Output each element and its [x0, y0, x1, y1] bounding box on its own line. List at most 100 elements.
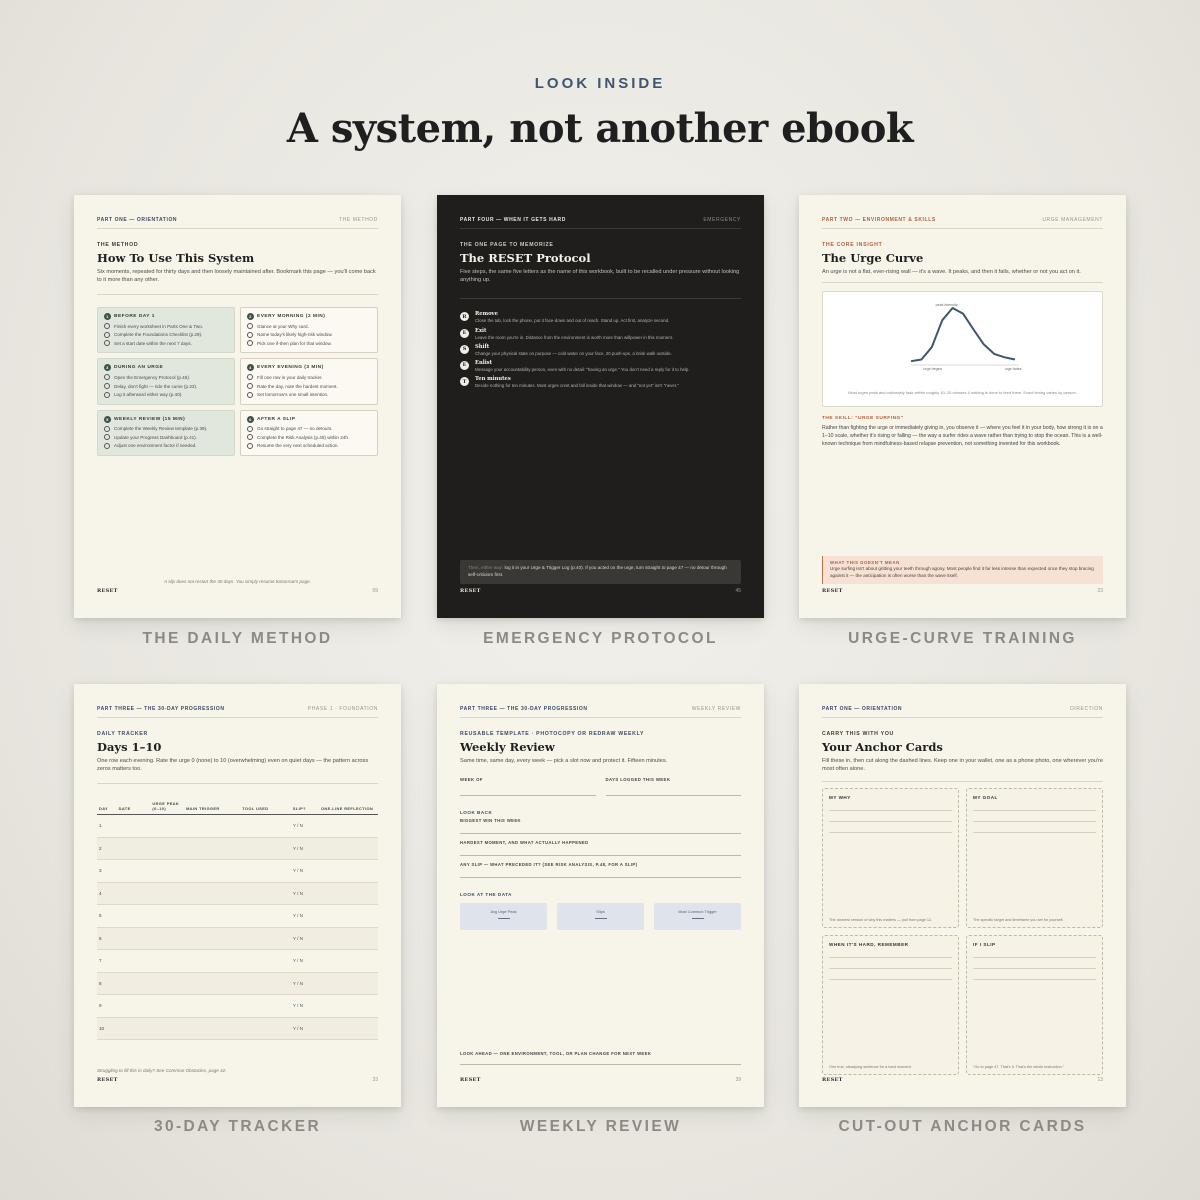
reset-step: R Remove Close the tab, lock the phone, pu… [460, 311, 741, 323]
running-head: PART ONE — ORIENTATION THE METHOD [97, 217, 378, 229]
kicker: CARRY THIS WITH YOU [822, 731, 894, 737]
divider [822, 282, 1103, 284]
anchor-card-title: MY GOAL [973, 795, 998, 801]
blank-line [594, 918, 607, 920]
blank-cell [318, 994, 378, 1018]
page-footer: RESET 13 [822, 1077, 1103, 1083]
page-30-day-tracker: PART THREE — THE 30-DAY PROGRESSION PHASE… [74, 684, 401, 1107]
blank-cell [116, 904, 151, 928]
write-line [829, 821, 952, 823]
day-cell: 5 [97, 904, 117, 928]
page-urge-curve: PART TWO — ENVIRONMENT & SKILLS URGE MANA… [799, 195, 1126, 618]
checklist-text: Log it afterward either way (p.40). [114, 392, 183, 398]
checkbox-icon [104, 323, 110, 330]
column-header: ONE-LINE REFLECTION [318, 801, 378, 816]
tracker-table: DAY DATE URGE PEAK (0–10) MAIN TRIGGER T… [97, 801, 378, 1041]
blank-cell [240, 837, 291, 861]
lede: Six moments, repeated for thirty days an… [97, 269, 376, 284]
blank-cell [184, 882, 241, 906]
blank-cell [116, 972, 151, 996]
method-card: 5 WEEKLY REVIEW (15 MIN) Complete the Wee… [97, 409, 235, 456]
blank-cell [150, 882, 185, 906]
step-number: 1 [104, 313, 111, 321]
slip-cell: Y / N [290, 859, 319, 883]
step-number: 2 [247, 313, 254, 321]
running-head-right: EMERGENCY [703, 217, 741, 223]
checklist-text: Update your Progress Dashboard (p.41). [114, 434, 197, 440]
page-footer: RESET 39 [460, 1077, 741, 1083]
write-line [829, 957, 952, 959]
checklist-text: Go straight to page 47 — no detours. [257, 426, 333, 432]
blank-cell [116, 814, 151, 838]
anchor-card-grid: MY WHY The clearest version of why this m… [822, 788, 1103, 1076]
checklist-text: Resume the very next scheduled action. [257, 443, 339, 449]
day-cell: 2 [97, 837, 117, 861]
urge-curve-chart: peak intensity urge begins urge fades Most… [822, 291, 1103, 408]
caption-30-day-tracker: 30-DAY TRACKER [153, 1118, 322, 1135]
column-header: DATE [116, 801, 151, 816]
method-card-title: AFTER A SLIP [257, 416, 296, 422]
step-letter: T [460, 377, 469, 387]
checklist-item: Set tomorrow's one small intention. [247, 391, 371, 398]
blank-cell [184, 972, 241, 996]
running-head-left: PART TWO — ENVIRONMENT & SKILLS [822, 217, 936, 223]
checklist-text: Glance at your Why card. [257, 323, 309, 329]
table-row: 2 Y / N [97, 837, 378, 861]
blank-cell [318, 882, 378, 906]
method-card: 6 AFTER A SLIP Go straight to page 47 — n… [240, 409, 378, 456]
lede: One row each evening. Rate the urge 0 (n… [97, 758, 369, 773]
step-desc: Message your accountability person, even… [475, 366, 690, 372]
reset-steps: R Remove Close the tab, lock the phone, pu… [460, 298, 741, 388]
blank-cell [150, 904, 185, 928]
table-row: 3 Y / N [97, 859, 378, 883]
kicker: DAILY TRACKER [97, 731, 148, 737]
slip-cell: Y / N [290, 972, 319, 996]
blank-cell [116, 949, 151, 973]
checkbox-icon [247, 323, 253, 330]
stat-label: Avg Urge Peak [490, 909, 517, 915]
page-title: Days 1–10 [97, 740, 162, 754]
running-head-left: PART FOUR — WHEN IT GETS HARD [460, 217, 566, 223]
step-desc: Close the tab, lock the phone, put it fa… [475, 318, 670, 324]
checkbox-icon [247, 442, 253, 449]
column-header: TOOL USED [240, 801, 291, 816]
blank-cell [318, 814, 378, 838]
reset-step: E Exit Leave the room you're in. Distance … [460, 328, 741, 340]
callout-body: Urge surfing isn't about gritting your t… [830, 566, 1094, 579]
blank-cell [240, 972, 291, 996]
step-number: 3 [104, 364, 111, 372]
day-cell: 3 [97, 859, 117, 883]
slip-cell: Y / N [290, 882, 319, 906]
prompt-hardest-moment: HARDEST MOMENT, AND WHAT ACTUALLY HAPPEN… [460, 840, 741, 857]
field-week-of: WEEK OF [460, 777, 596, 797]
prompt-any-slip: ANY SLIP — WHAT PRECEDED IT? (SEE RISK A… [460, 862, 741, 879]
page-title: How To Use This System [97, 251, 255, 265]
checklist-item: Pick one if-then plan for that window. [247, 340, 371, 347]
blank-cell [184, 859, 241, 883]
caption-daily-method: THE DAILY METHOD [142, 630, 333, 647]
blank-cell [184, 1017, 241, 1041]
blank-cell [240, 882, 291, 906]
table-header: DAY DATE URGE PEAK (0–10) MAIN TRIGGER T… [97, 801, 378, 816]
step-name: Ten minutes [475, 376, 511, 383]
field-days-logged: DAYS LOGGED THIS WEEK [605, 777, 741, 797]
method-card-title: EVERY EVENING (3 MIN) [257, 365, 324, 371]
anchor-card: MY GOAL The specific target and timeframe… [966, 788, 1103, 929]
footnote: Struggling to fill this in daily? See Co… [97, 1068, 227, 1073]
blank-cell [240, 994, 291, 1018]
running-head-left: PART THREE — THE 30-DAY PROGRESSION [460, 706, 588, 712]
checklist-item: Name today's likely high-risk window. [247, 331, 371, 338]
page-footer: RESET 23 [822, 588, 1103, 594]
brand: RESET [97, 588, 118, 594]
blank-cell [240, 949, 291, 973]
brand: RESET [822, 1077, 843, 1083]
blank-cell [150, 972, 185, 996]
method-card: 2 EVERY MORNING (2 MIN) Glance at your Wh… [240, 307, 378, 354]
step-number: 5 [104, 415, 111, 423]
page-number: 33 [372, 1077, 378, 1083]
callout: Then, either way: log it in your Urge & … [460, 560, 741, 584]
checkbox-icon [104, 391, 110, 398]
write-line [973, 810, 1096, 812]
checklist-item: Complete the Foundations Checklist (p.29… [104, 331, 228, 338]
page-number: 39 [735, 1077, 741, 1083]
